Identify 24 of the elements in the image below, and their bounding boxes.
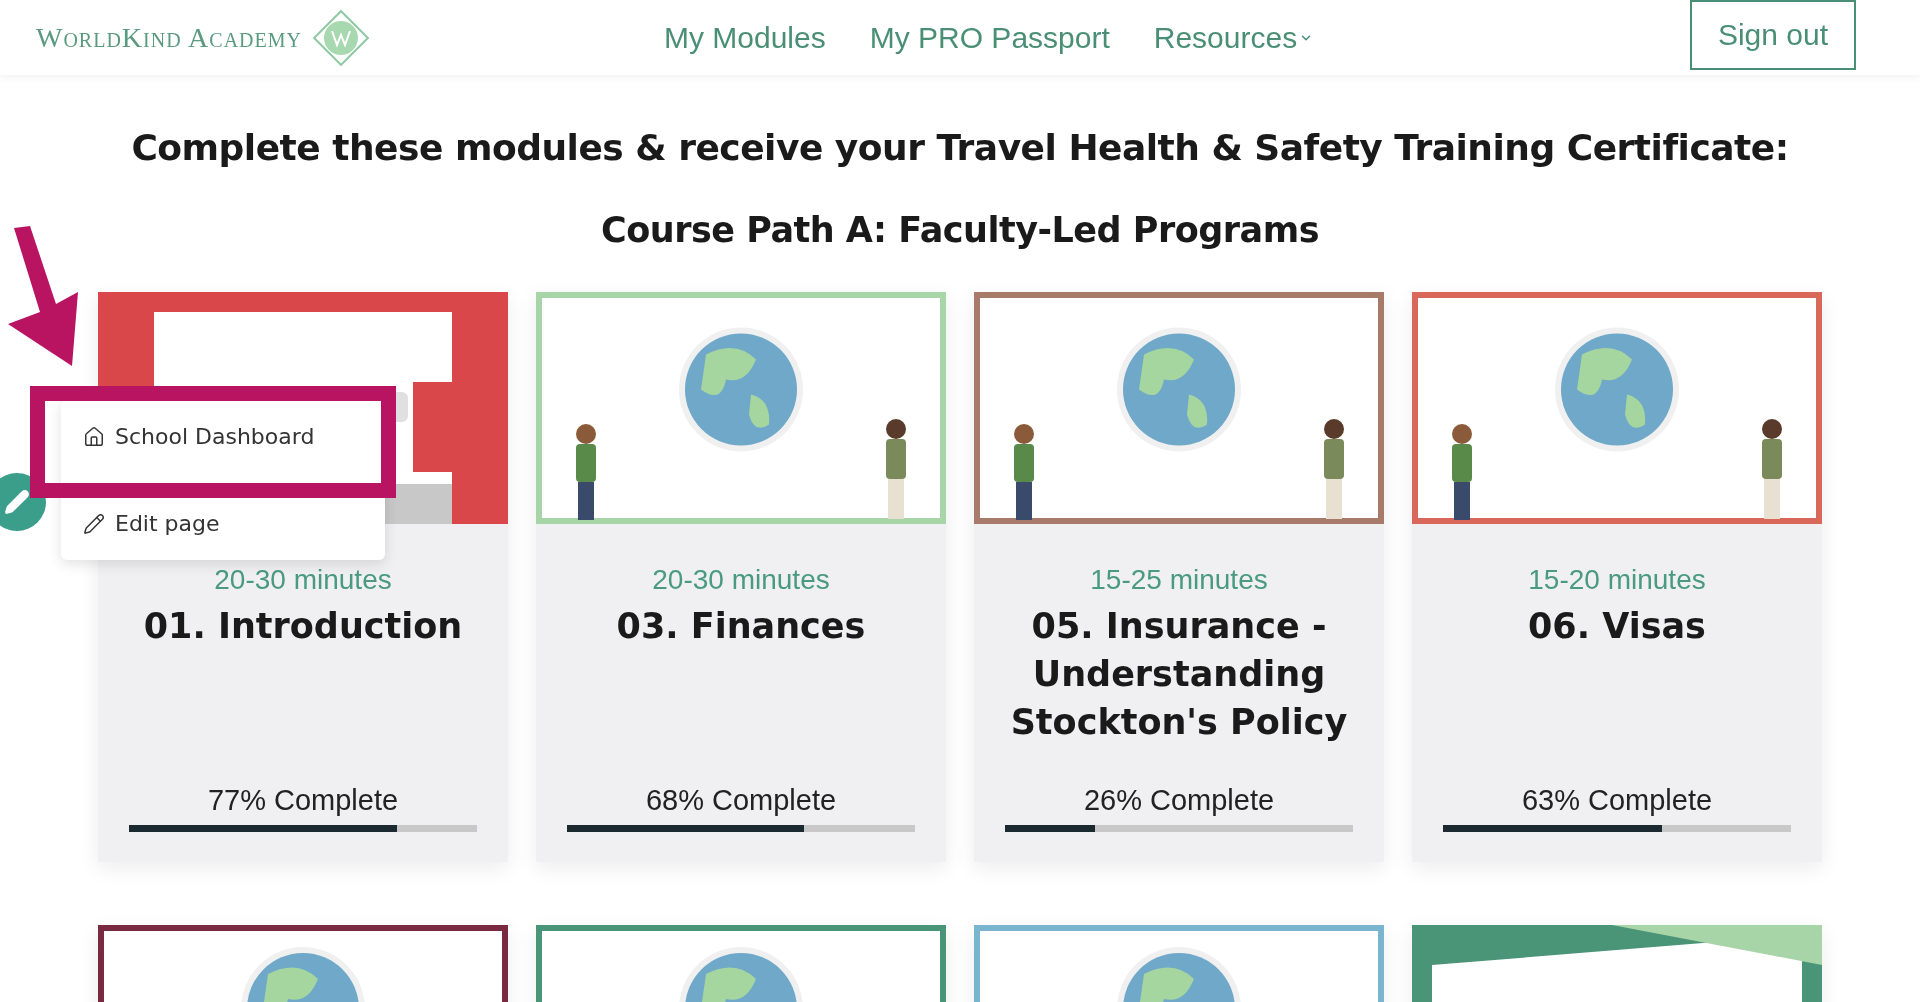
module-title: 01. Introduction [142,605,464,648]
course-path-title: Course Path A: Faculty-Led Programs [601,210,1319,250]
sign-out-button[interactable]: Sign out [1689,0,1856,70]
pencil-icon [4,489,30,515]
module-title: 06. Visas [1527,605,1707,648]
progress-label: 63% Complete [1521,784,1713,817]
module-duration: 15-25 minutes [1090,564,1268,596]
module-card[interactable]: 15-20 minutes 06. Visas 63% Complete [1412,292,1822,862]
pencil-icon [83,512,105,535]
progress-label: 26% Complete [1083,784,1275,817]
nav-link[interactable]: My PRO Passport [869,20,1110,55]
module-duration: 20-30 minutes [214,564,392,596]
module-card[interactable]: 15-25 minutes 05. Insurance - Understanding Stockton's Policy 26% Complete [974,292,1384,862]
module-duration: 15-20 minutes [1528,564,1706,596]
progress-label: 77% Complete [207,784,399,817]
page-heading: Complete these modules & receive your Travel Health & Safety Training Certificate: [131,127,1789,168]
nav-link[interactable]: My Modules [664,20,826,55]
module-title: 03. Finances [615,605,867,648]
progress-label: 68% Complete [645,784,837,817]
module-card[interactable]: 20-30 minutes 03. Finances 68% Complete [536,292,946,862]
home-icon [83,425,105,448]
module-duration: 20-30 minutes [652,564,830,596]
nav-link[interactable]: Resources [1153,20,1314,55]
module-title: 05. Insurance - Understanding Stockton's Policy [1009,605,1349,744]
